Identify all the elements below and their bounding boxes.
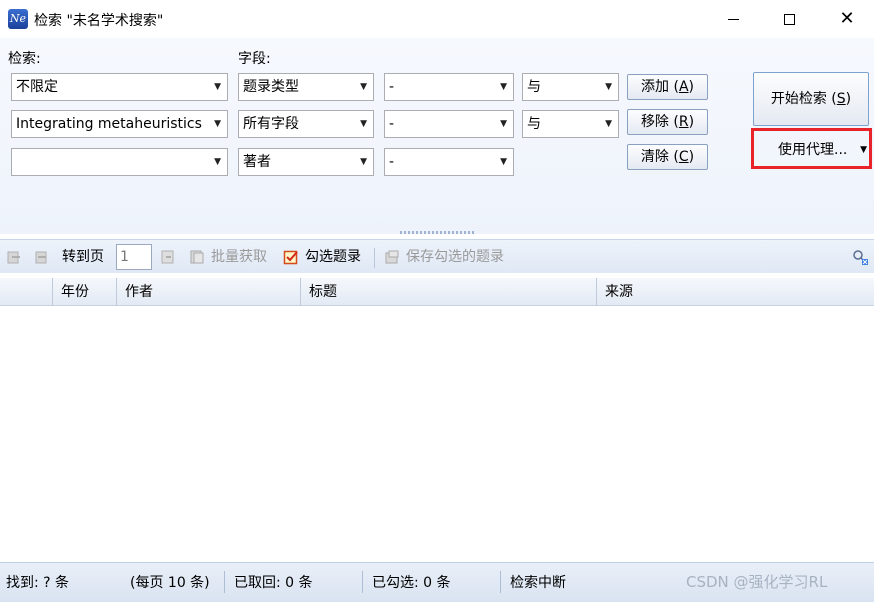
app-icon: Ne: [8, 9, 28, 29]
use-proxy-button[interactable]: 使用代理... ▼: [754, 137, 869, 163]
results-grid-body[interactable]: [0, 306, 874, 562]
remove-button[interactable]: 移除 (R): [627, 109, 708, 135]
add-button[interactable]: 添加 (A): [627, 74, 708, 100]
chevron-down-icon: ▼: [360, 119, 367, 129]
maximize-button[interactable]: [766, 0, 812, 38]
minimize-icon: [727, 18, 739, 20]
term-input-2[interactable]: Integrating metaheuristics ▼: [11, 110, 228, 138]
batch-fetch-icon: [190, 250, 204, 264]
field-select-2[interactable]: 所有字段 ▼: [238, 110, 374, 138]
chevron-down-icon: ▼: [360, 82, 367, 92]
search-label: 检索:: [8, 51, 41, 67]
remove-button-label: 移除 (: [640, 114, 679, 130]
status-checked: 已勾选: 0 条: [372, 575, 451, 591]
field-select-2-value: 所有字段: [243, 116, 299, 132]
field-label: 字段:: [238, 51, 271, 67]
search-panel: 检索: 字段: 不限定 ▼ 题录类型 ▼ - ▼ 与 ▼ Integrating…: [0, 38, 874, 234]
chevron-down-icon: ▼: [500, 119, 507, 129]
logic-select-1[interactable]: 与 ▼: [522, 73, 619, 101]
term-input-3[interactable]: ▼: [11, 148, 228, 176]
results-toolbar: 转到页 1 批量获取 勾选题录 保存勾选的题录: [0, 239, 874, 273]
status-divider: [500, 571, 501, 593]
chevron-down-icon: ▼: [860, 145, 867, 155]
logic-select-2[interactable]: 与 ▼: [522, 110, 619, 138]
add-button-paren: ): [688, 79, 694, 95]
start-search-label: 开始检索 (: [770, 91, 837, 107]
check-records-button[interactable]: 勾选题录: [305, 247, 361, 267]
clear-button[interactable]: 清除 (C): [627, 144, 708, 170]
status-divider: [362, 571, 363, 593]
field-select-1-value: 题录类型: [243, 79, 299, 95]
status-fetched: 已取回: 0 条: [234, 575, 313, 591]
proxy-highlight-box: 使用代理... ▼: [751, 128, 872, 169]
operator-select-1-value: -: [389, 79, 395, 95]
chevron-down-icon: ▼: [214, 82, 221, 92]
operator-select-2[interactable]: - ▼: [384, 110, 514, 138]
term-select-1[interactable]: 不限定 ▼: [11, 73, 228, 101]
close-icon: ✕: [839, 8, 855, 29]
toolbar-divider: [374, 248, 375, 268]
clear-button-label: 清除 (: [640, 149, 679, 165]
column-author[interactable]: 作者: [116, 278, 300, 306]
term-select-1-value: 不限定: [16, 79, 58, 95]
goto-page-label: 转到页: [62, 249, 104, 265]
column-title[interactable]: 标题: [300, 278, 596, 306]
operator-select-3-value: -: [389, 154, 395, 170]
minimize-button[interactable]: [710, 0, 756, 38]
chevron-down-icon: ▼: [214, 157, 221, 167]
watermark-text: CSDN @强化学习RL: [686, 573, 828, 591]
results-grid-header: 年份 作者 标题 来源: [0, 278, 874, 306]
column-source[interactable]: 来源: [596, 278, 874, 306]
status-divider: [224, 571, 225, 593]
save-checked-records-button[interactable]: 保存勾选的题录: [406, 247, 504, 267]
start-search-button[interactable]: 开始检索 (S): [753, 72, 869, 126]
panel-splitter[interactable]: [400, 231, 474, 234]
chevron-down-icon: ▼: [605, 119, 612, 129]
status-bar: 找到: ? 条 (每页 10 条) 已取回: 0 条 已勾选: 0 条 检索中断…: [0, 562, 874, 602]
title-bar: Ne 检索 "未名学术搜索" ✕: [0, 0, 874, 38]
add-button-label: 添加 (: [641, 79, 679, 95]
use-proxy-label: 使用代理...: [778, 142, 848, 158]
page-number-input[interactable]: 1: [116, 244, 152, 270]
chevron-down-icon: ▼: [500, 157, 507, 167]
status-found: 找到: ? 条: [6, 575, 70, 591]
operator-select-3[interactable]: - ▼: [384, 148, 514, 176]
term-input-2-value: Integrating metaheuristics: [16, 116, 202, 132]
status-state: 检索中断: [510, 575, 566, 591]
clear-button-key: C: [678, 149, 689, 165]
start-search-paren: ): [845, 91, 852, 107]
logic-select-2-value: 与: [527, 116, 541, 132]
search-clear-icon[interactable]: [852, 249, 868, 265]
first-page-icon[interactable]: [6, 249, 22, 265]
save-records-icon: [385, 250, 399, 264]
field-select-3-value: 著者: [243, 154, 271, 170]
check-records-icon: [283, 250, 298, 265]
operator-select-2-value: -: [389, 116, 395, 132]
add-button-key: A: [678, 79, 689, 95]
chevron-down-icon: ▼: [605, 82, 612, 92]
remove-button-key: R: [678, 114, 689, 130]
prev-page-icon[interactable]: [34, 249, 50, 265]
field-select-3[interactable]: 著者 ▼: [238, 148, 374, 176]
remove-button-paren: ): [688, 114, 695, 130]
chevron-down-icon: ▼: [214, 119, 221, 129]
logic-select-1-value: 与: [527, 79, 541, 95]
field-select-1[interactable]: 题录类型 ▼: [238, 73, 374, 101]
close-button[interactable]: ✕: [824, 0, 870, 38]
column-year[interactable]: 年份: [52, 278, 116, 306]
clear-button-paren: ): [688, 149, 695, 165]
chevron-down-icon: ▼: [500, 82, 507, 92]
status-per-page: (每页 10 条): [130, 575, 210, 591]
go-page-icon[interactable]: [160, 249, 176, 265]
chevron-down-icon: ▼: [360, 157, 367, 167]
operator-select-1[interactable]: - ▼: [384, 73, 514, 101]
start-search-key: S: [836, 91, 846, 107]
batch-fetch-button[interactable]: 批量获取: [211, 247, 267, 267]
window-title: 检索 "未名学术搜索": [34, 13, 164, 29]
maximize-icon: [783, 13, 795, 25]
